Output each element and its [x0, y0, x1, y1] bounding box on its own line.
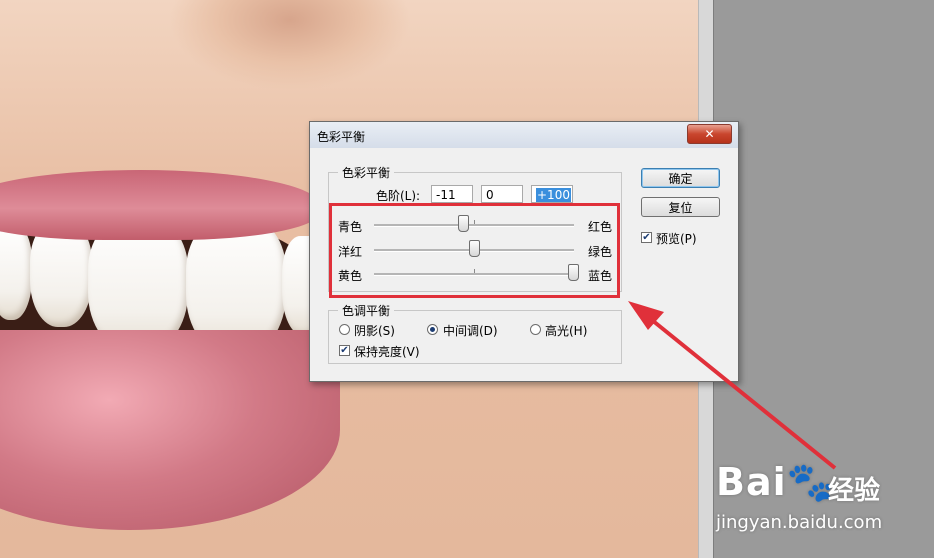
- baidu-logo-text: Bai🐾: [716, 460, 835, 504]
- arrow-shaft: [640, 310, 837, 470]
- baidu-url: jingyan.baidu.com: [716, 512, 883, 533]
- baidu-jingyan-text: 经验: [828, 476, 881, 506]
- baidu-watermark: Bai🐾 经验 jingyan.baidu.com: [710, 456, 930, 546]
